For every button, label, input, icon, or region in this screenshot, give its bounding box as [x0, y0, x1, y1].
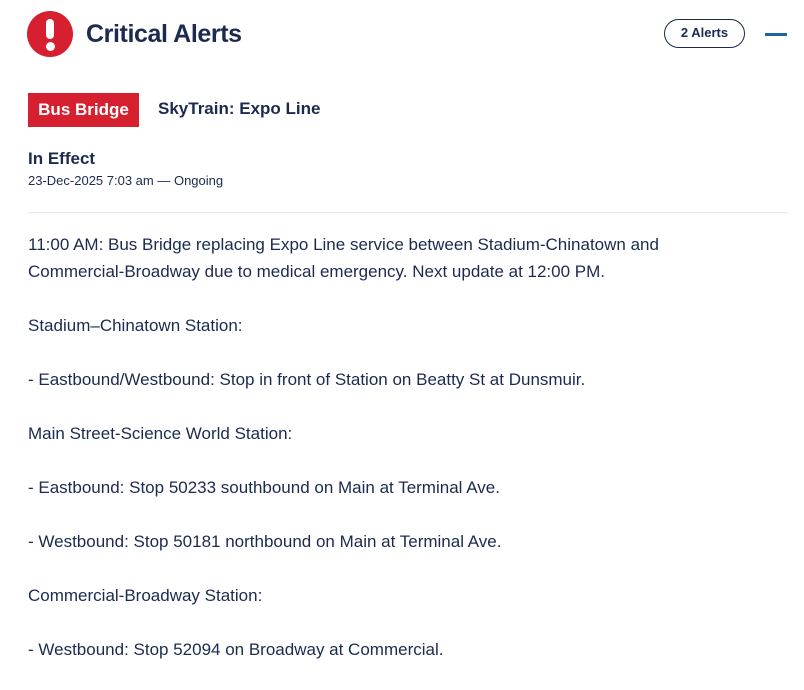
- alert-paragraph: Commercial-Broadway Station:: [28, 586, 263, 605]
- alert-paragraph: - Eastbound/Westbound: Stop in front of …: [28, 370, 586, 389]
- alert-paragraph: 11:00 AM: Bus Bridge replacing Expo Line…: [28, 235, 659, 281]
- exclamation-circle-icon: [27, 11, 73, 57]
- alert-paragraph: Stadium–Chinatown Station:: [28, 316, 243, 335]
- alert-type-badge: Bus Bridge: [28, 93, 139, 127]
- alert-paragraph: Main Street-Science World Station:: [28, 424, 293, 443]
- alerts-header: Critical Alerts 2 Alerts: [27, 11, 804, 59]
- alert-count-button[interactable]: 2 Alerts: [664, 19, 745, 48]
- minus-icon[interactable]: [765, 33, 787, 36]
- alert-timeline: 23-Dec-2025 7:03 am — Ongoing: [28, 173, 224, 188]
- divider: [28, 212, 788, 213]
- alert-paragraph: - Westbound: Stop 50181 northbound on Ma…: [28, 532, 502, 551]
- alert-paragraph: - Eastbound: Stop 50233 southbound on Ma…: [28, 478, 500, 497]
- page-title: Critical Alerts: [86, 20, 242, 48]
- alert-paragraph: - Westbound: Stop 52094 on Broadway at C…: [28, 640, 444, 659]
- affected-route: SkyTrain: Expo Line: [158, 99, 321, 118]
- alert-description: 11:00 AM: Bus Bridge replacing Expo Line…: [28, 231, 728, 690]
- alert-status: In Effect: [28, 149, 96, 168]
